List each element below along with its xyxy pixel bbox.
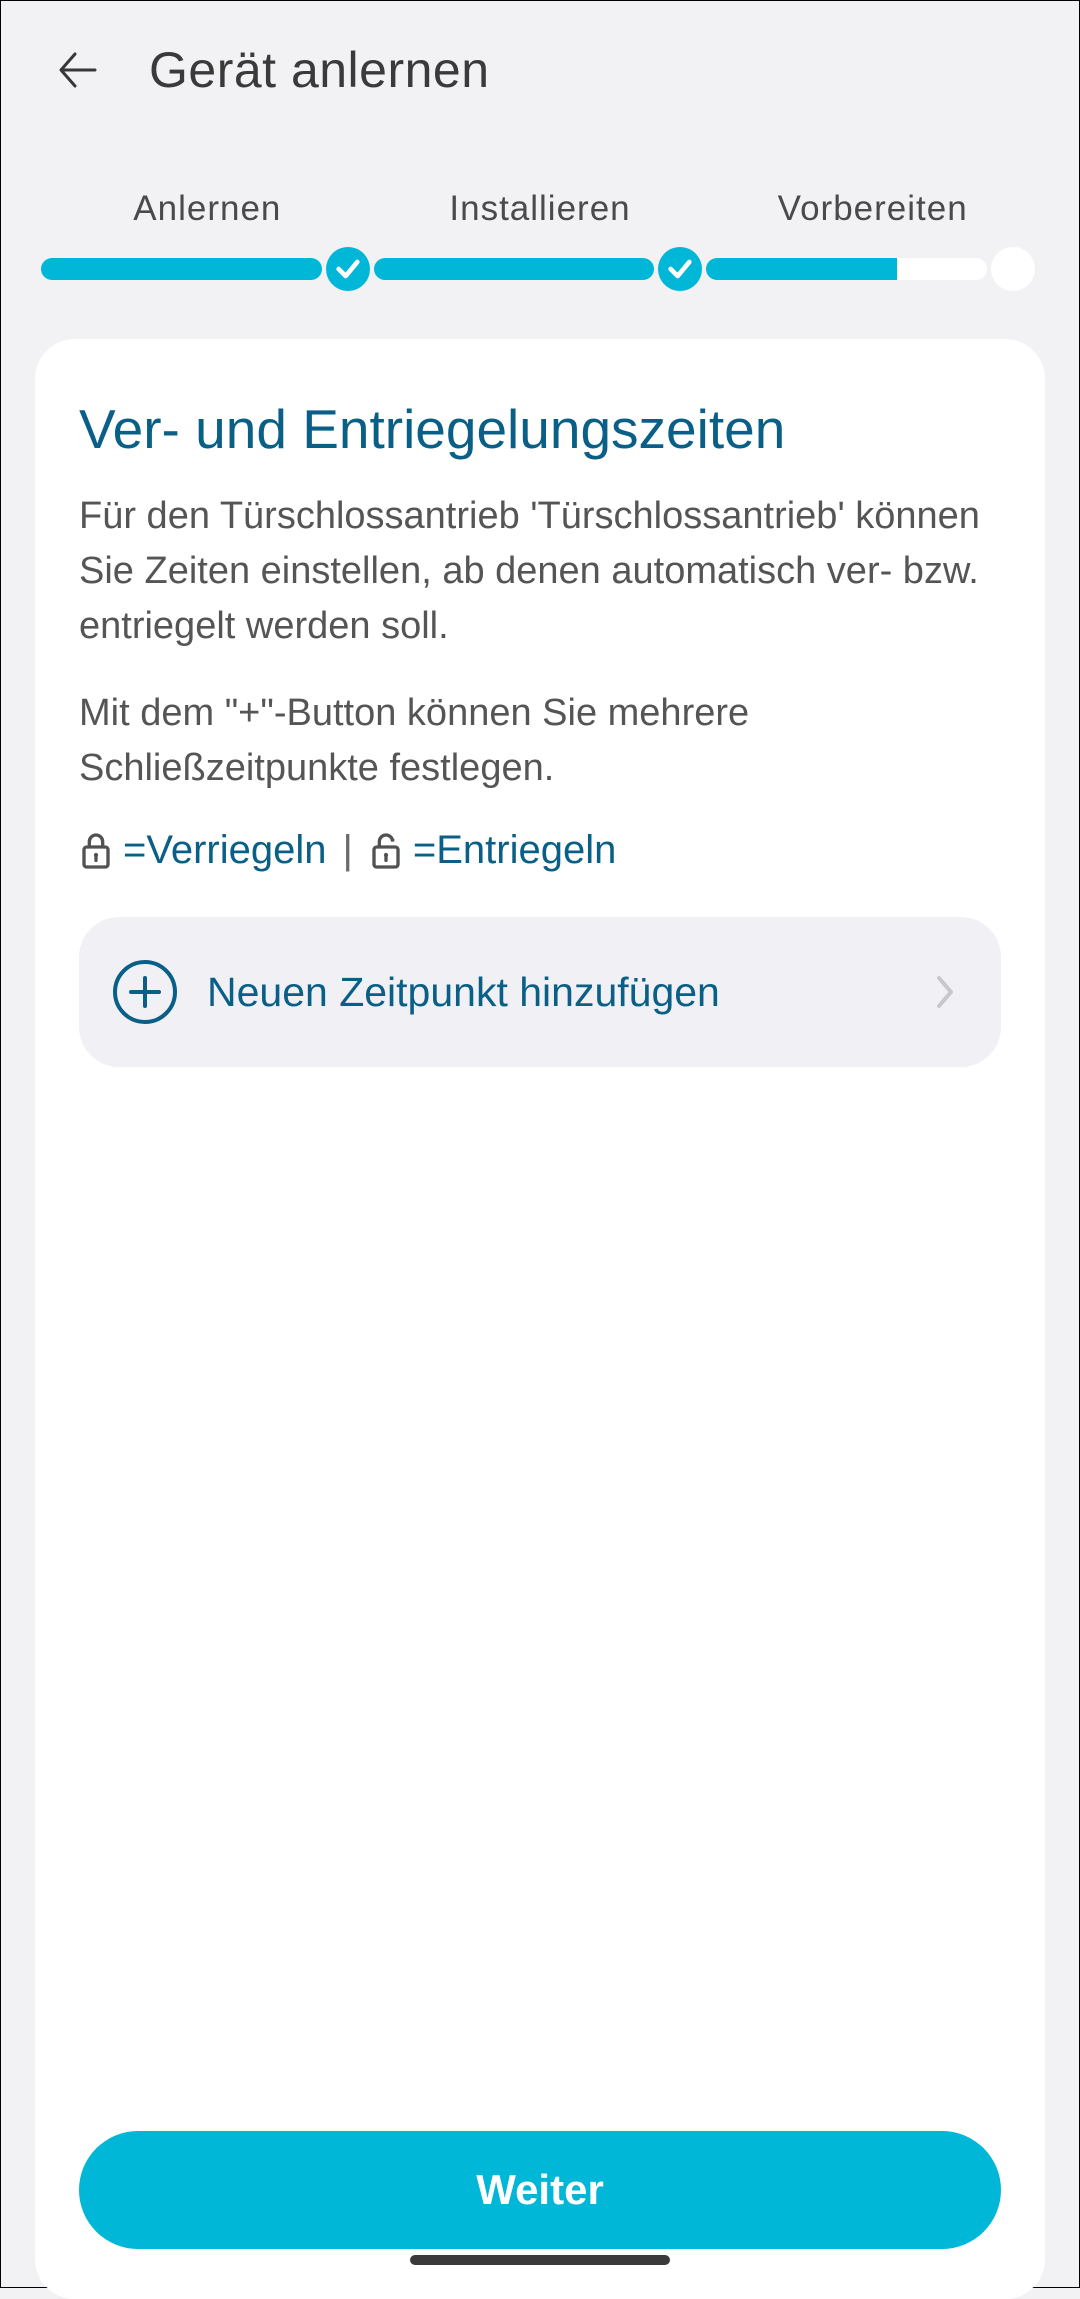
back-button[interactable] [49,42,105,98]
legend-unlock-text: =Entriegeln [413,828,616,873]
step-label-3: Vorbereiten [706,189,1039,229]
arrow-left-icon [55,48,99,92]
card-paragraph-1: Für den Türschlossantrieb 'Türschlossant… [79,489,1001,654]
plus-circle-icon [113,960,177,1024]
home-indicator[interactable] [410,2255,670,2265]
lock-legend: =Verriegeln | =Entriegeln [79,828,1001,873]
legend-lock-text: =Verriegeln [123,828,326,873]
add-timepoint-button[interactable]: Neuen Zeitpunkt hinzufügen [79,917,1001,1067]
continue-label: Weiter [476,2166,604,2214]
step-complete-icon [658,247,702,291]
content-card: Ver- und Entriegelungszeiten Für den Tür… [35,339,1045,2299]
continue-button[interactable]: Weiter [79,2131,1001,2249]
progress-bar-2 [374,258,655,280]
step-complete-icon [326,247,370,291]
page-title: Gerät anlernen [149,41,490,99]
app-header: Gerät anlernen [1,1,1079,129]
chevron-right-icon [933,972,957,1012]
progress-bar-1 [41,258,322,280]
card-title: Ver- und Entriegelungszeiten [79,397,1001,461]
step-label-1: Anlernen [41,189,374,229]
progress-bar-3 [706,258,987,280]
lock-open-icon [369,831,403,871]
add-timepoint-label: Neuen Zeitpunkt hinzufügen [207,969,933,1016]
progress-steps: Anlernen Installieren Vorbereiten [1,189,1079,291]
card-paragraph-2: Mit dem "+"-Button können Sie mehrere Sc… [79,686,1001,796]
lock-closed-icon [79,831,113,871]
step-label-2: Installieren [374,189,707,229]
step-pending-icon [991,247,1035,291]
legend-separator: | [342,828,352,873]
